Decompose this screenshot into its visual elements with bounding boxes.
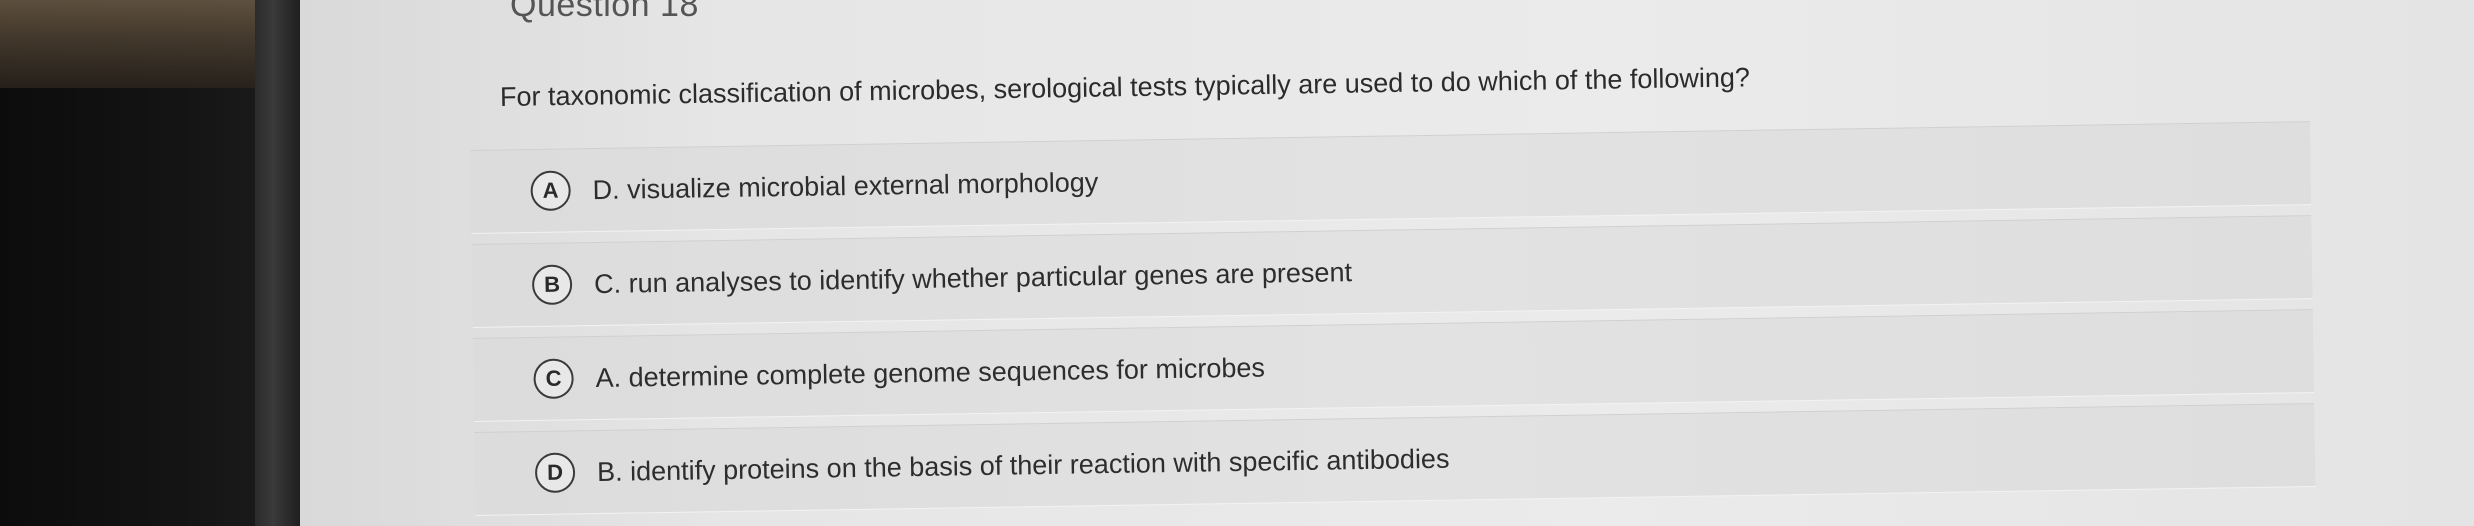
- answer-option-a[interactable]: A D. visualize microbial external morpho…: [470, 121, 2312, 234]
- question-header: Question 18: [510, 0, 699, 24]
- answer-text: C. run analyses to identify whether part…: [593, 256, 1353, 299]
- answer-text: D. visualize microbial external morpholo…: [592, 166, 1099, 205]
- answer-text: A. determine complete genome sequences f…: [595, 352, 1266, 393]
- answer-text: B. identify proteins on the basis of the…: [596, 443, 1450, 487]
- question-text: For taxonomic classification of microbes…: [499, 62, 1751, 112]
- answer-list: A D. visualize microbial external morpho…: [470, 121, 2316, 526]
- answer-option-b[interactable]: B C. run analyses to identify whether pa…: [471, 215, 2313, 328]
- answer-letter-badge[interactable]: A: [530, 170, 571, 212]
- answer-letter-badge[interactable]: B: [531, 264, 573, 306]
- quiz-screen: Question 18 For taxonomic classification…: [300, 0, 2474, 526]
- answer-option-d[interactable]: D B. identify proteins on the basis of t…: [474, 403, 2316, 516]
- answer-letter-badge[interactable]: D: [534, 452, 576, 494]
- answer-letter-badge[interactable]: C: [533, 358, 574, 400]
- answer-option-c[interactable]: C A. determine complete genome sequences…: [472, 309, 2315, 422]
- background-surface: [0, 0, 255, 88]
- device-edge: [255, 0, 300, 526]
